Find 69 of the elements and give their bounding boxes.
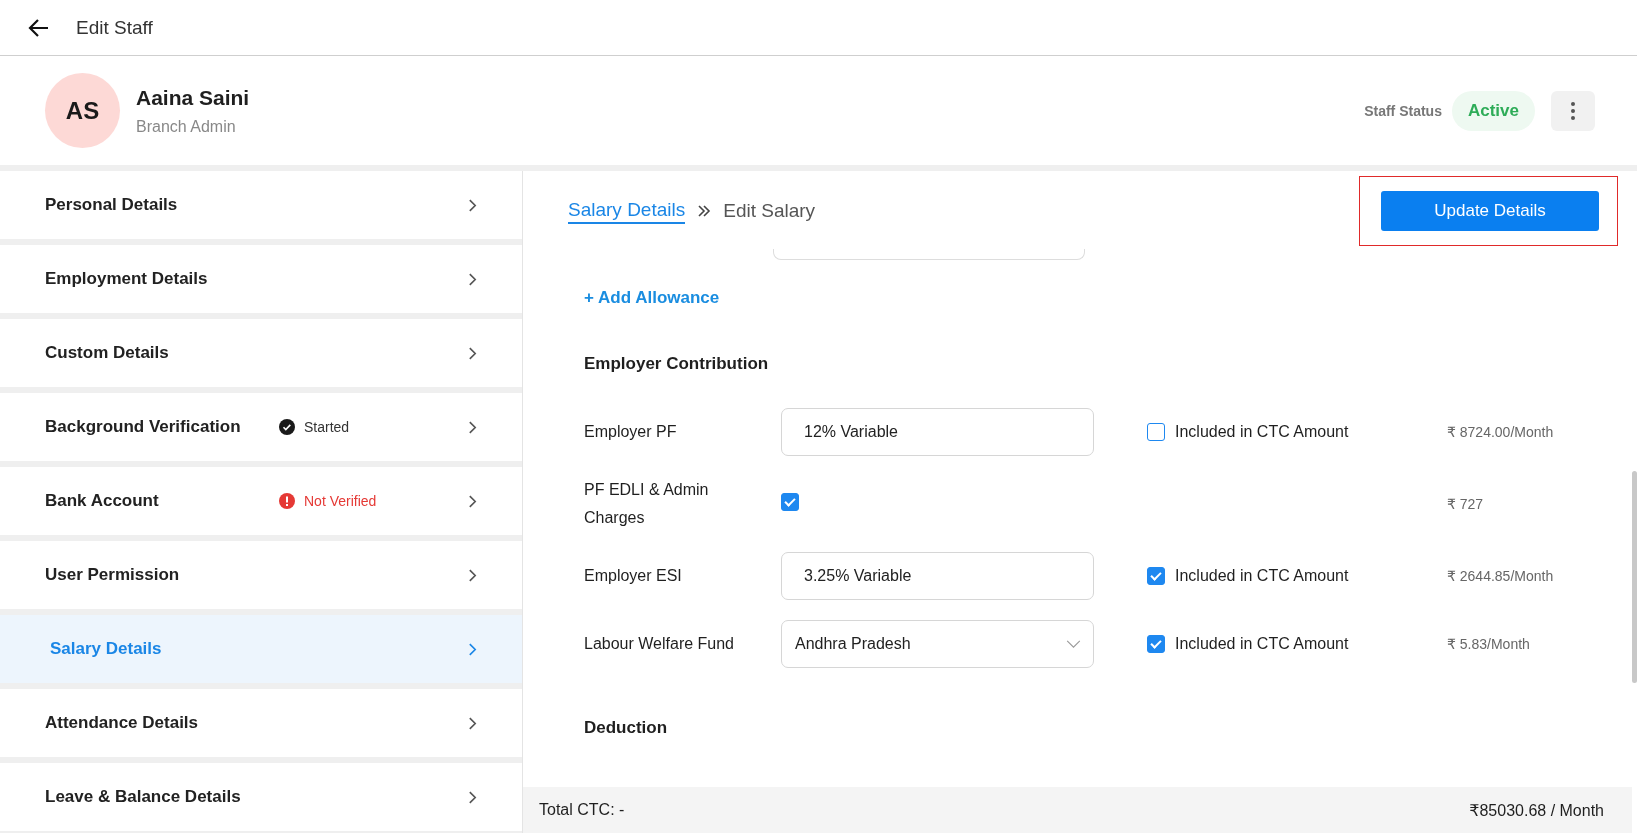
field-label: Employer PF [584,422,678,442]
scrollbar[interactable] [1632,471,1637,683]
status-text: Started [304,419,350,435]
checkbox[interactable] [781,493,799,511]
sidebar-item-label: Custom Details [45,343,170,363]
more-options-icon [1571,101,1575,120]
dropdown[interactable]: Andhra Pradesh [781,620,1094,668]
input-field[interactable] [773,249,1085,260]
status-text: Not Verified [304,493,377,509]
input-field[interactable]: 3.25% Variable [781,552,1094,600]
sidebar-item-label: Employment Details [45,269,209,289]
total-value: ₹85030.68 / Month [1469,800,1604,820]
chevron-right-icon [468,198,477,212]
checkbox-label: Included in CTC Amount [1175,423,1349,441]
alert-circle-icon [279,493,295,509]
chevron-right-icon [468,494,477,508]
chevron-right-icon [468,790,477,804]
section-heading: Employer Contribution [584,354,770,374]
update-details-button[interactable]: Update Details [1381,191,1599,231]
more-button[interactable] [1551,90,1595,131]
sidebar-item[interactable]: Personal Details [0,171,522,239]
status-badge: Active [1451,90,1535,131]
staff-name: Aaina Saini [136,85,250,110]
sidebar-item-label: Leave & Balance Details [45,787,242,807]
total-label: Total CTC: - [539,801,625,819]
chevron-right-icon [468,346,477,360]
checkbox-label: Included in CTC Amount [1175,635,1349,653]
sidebar-item-label: User Permission [45,565,181,585]
sidebar-item[interactable]: User Permission [0,541,522,609]
staff-role: Branch Admin [136,117,237,136]
add-allowance-link[interactable]: + Add Allowance [584,288,720,308]
sidebar-item[interactable]: Bank Account Not Verified [0,467,522,535]
page-title: Edit Staff [76,16,153,39]
sidebar-item[interactable]: Employment Details [0,245,522,313]
checkbox[interactable] [1147,567,1165,585]
sidebar-item-label: Bank Account [45,491,160,511]
double-chevron-icon [697,205,712,217]
back-arrow-icon[interactable] [28,16,50,39]
avatar: AS [45,73,120,148]
chevron-right-icon [468,272,477,286]
breadcrumb-link[interactable]: Salary Details [568,198,686,224]
chevron-right-icon [468,642,477,656]
amount-text: ₹ 8724.00/Month [1447,424,1554,440]
field-label: PF EDLI & Admin Charges [584,480,710,528]
amount-text: ₹ 2644.85/Month [1447,568,1554,584]
chevron-right-icon [468,568,477,582]
sidebar-item[interactable]: Background Verification Started [0,393,522,461]
amount-text: ₹ 727 [1447,496,1484,512]
field-label: Employer ESI [584,566,683,586]
breadcrumb-current: Edit Salary [723,200,816,222]
check-circle-icon [279,419,295,435]
sidebar-item[interactable]: Leave & Balance Details [0,763,522,831]
sidebar-item[interactable]: Attendance Details [0,689,522,757]
input-field[interactable]: 12% Variable [781,408,1094,456]
amount-text: ₹ 5.83/Month [1447,636,1530,652]
sidebar-item-label: Background Verification [45,417,242,437]
chevron-right-icon [468,420,477,434]
section-heading: Deduction [584,718,669,738]
chevron-right-icon [468,716,477,730]
checkbox[interactable] [1147,423,1165,441]
chevron-down-icon [1066,639,1081,649]
sidebar-item-label: Attendance Details [45,713,200,733]
field-label: Labour Welfare Fund [584,634,735,654]
checkbox[interactable] [1147,635,1165,653]
sidebar-item[interactable]: Custom Details [0,319,522,387]
checkbox-label: Included in CTC Amount [1175,567,1349,585]
status-label: Staff Status [1364,102,1442,119]
sidebar-item-label: Personal Details [45,195,179,215]
sidebar-item-label: Salary Details [50,639,163,659]
